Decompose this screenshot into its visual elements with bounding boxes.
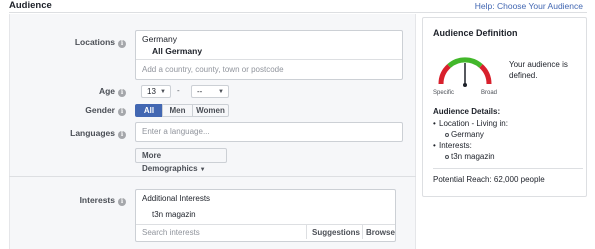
info-icon[interactable]: i bbox=[118, 198, 126, 206]
gender-label: Gender i bbox=[16, 105, 126, 116]
divider bbox=[306, 225, 307, 239]
section-header: Audience Help: Choose Your Audience bbox=[0, 0, 595, 12]
audience-details-title: Audience Details: bbox=[433, 107, 501, 116]
age-label: Age i bbox=[16, 86, 126, 97]
browse-button[interactable]: Browse bbox=[366, 228, 395, 237]
languages-field[interactable]: Enter a language... bbox=[135, 122, 403, 142]
audience-definition-panel: Audience Definition Specific Broad Your … bbox=[422, 17, 587, 197]
info-icon[interactable]: i bbox=[118, 40, 126, 48]
interests-group-title: Additional Interests bbox=[142, 194, 211, 203]
audience-definition-title: Audience Definition bbox=[433, 28, 518, 38]
languages-label: Languages i bbox=[16, 128, 126, 139]
locations-label: Locations i bbox=[16, 37, 126, 48]
circle-bullet-icon bbox=[445, 155, 449, 159]
interests-label: Interests i bbox=[16, 195, 126, 206]
gauge-broad-segment bbox=[479, 64, 492, 85]
info-icon[interactable]: i bbox=[118, 131, 126, 139]
bullet-icon: • bbox=[433, 119, 436, 128]
gender-men-button[interactable]: Men bbox=[162, 104, 193, 117]
gauge-specific-segment bbox=[438, 64, 451, 85]
divider bbox=[362, 225, 363, 239]
detail-interests-value: t3n magazin bbox=[451, 152, 495, 161]
gauge-specific-label: Specific bbox=[433, 90, 455, 96]
location-selection: All Germany bbox=[152, 46, 203, 56]
interest-item: t3n magazin bbox=[152, 210, 196, 219]
locations-box[interactable]: Germany All Germany Add a country, count… bbox=[135, 30, 403, 80]
sidebar-divider bbox=[433, 168, 583, 169]
age-max-select[interactable]: -- ▼ bbox=[191, 85, 229, 98]
section-divider bbox=[9, 176, 416, 177]
audience-gauge bbox=[438, 57, 492, 87]
locations-divider bbox=[136, 59, 402, 60]
section-title: Audience bbox=[9, 0, 52, 11]
detail-location-label: Location - Living in: bbox=[439, 119, 508, 128]
info-icon[interactable]: i bbox=[118, 89, 126, 97]
gauge-status-text: Your audience is defined. bbox=[509, 60, 568, 80]
chevron-down-icon: ▼ bbox=[160, 89, 166, 95]
location-country: Germany bbox=[142, 34, 177, 44]
interests-box[interactable]: Additional Interests t3n magazin Search … bbox=[135, 189, 396, 242]
gauge-broad-label: Broad bbox=[481, 90, 498, 96]
location-input[interactable]: Add a country, county, town or postcode bbox=[142, 65, 284, 74]
age-separator: - bbox=[177, 86, 180, 95]
info-icon[interactable]: i bbox=[118, 108, 126, 116]
interests-search-input[interactable]: Search interests bbox=[142, 228, 200, 237]
gauge-pivot bbox=[463, 83, 467, 87]
help-link[interactable]: Help: Choose Your Audience bbox=[475, 1, 583, 11]
languages-input[interactable]: Enter a language... bbox=[142, 127, 210, 136]
gender-women-button[interactable]: Women bbox=[192, 104, 229, 117]
chevron-down-icon: ▼ bbox=[218, 89, 224, 95]
gender-all-button[interactable]: All bbox=[135, 104, 163, 117]
circle-bullet-icon bbox=[445, 133, 449, 137]
detail-interests-label: Interests: bbox=[439, 141, 472, 150]
bullet-icon: • bbox=[433, 141, 436, 150]
chevron-down-icon: ▼ bbox=[199, 167, 206, 173]
potential-reach: Potential Reach: 62,000 people bbox=[433, 175, 545, 184]
age-min-select[interactable]: 13 ▼ bbox=[141, 85, 171, 98]
interests-divider bbox=[136, 224, 395, 225]
suggestions-button[interactable]: Suggestions bbox=[312, 228, 360, 237]
header-divider bbox=[9, 12, 587, 13]
more-demographics-button[interactable]: More Demographics ▼ bbox=[135, 148, 227, 173]
detail-location-value: Germany bbox=[451, 130, 484, 139]
